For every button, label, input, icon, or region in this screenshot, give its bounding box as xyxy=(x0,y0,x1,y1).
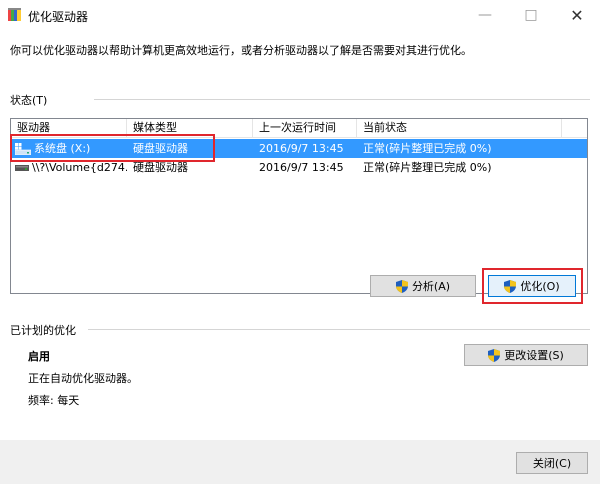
schedule-state: 启用 xyxy=(28,350,50,363)
change-settings-button-label: 更改设置(S) xyxy=(504,349,564,362)
main-content: 你可以优化驱动器以帮助计算机更高效地运行，或者分析驱动器以了解是否需要对其进行优… xyxy=(0,30,600,440)
highlight-optimize-button xyxy=(482,268,583,304)
column-header-last-run[interactable]: 上一次运行时间 xyxy=(253,119,357,137)
minimize-icon: — xyxy=(478,7,492,23)
schedule-frequency: 频率: 每天 xyxy=(28,394,80,407)
description-text: 你可以优化驱动器以帮助计算机更高效地运行，或者分析驱动器以了解是否需要对其进行优… xyxy=(10,44,472,57)
uac-shield-icon xyxy=(488,348,501,362)
drive-status: 正常(碎片整理已完成 0%) xyxy=(363,161,492,174)
schedule-section-label: 已计划的优化 xyxy=(10,324,76,337)
status-divider xyxy=(94,99,590,100)
highlight-selected-drive xyxy=(10,134,215,162)
hard-drive-icon xyxy=(15,165,29,171)
drive-status: 正常(碎片整理已完成 0%) xyxy=(363,142,492,155)
schedule-divider xyxy=(88,329,590,330)
uac-shield-icon xyxy=(395,279,408,293)
column-header-current-status[interactable]: 当前状态 xyxy=(357,119,562,137)
status-section-label: 状态(T) xyxy=(10,94,48,107)
analyze-button-label: 分析(A) xyxy=(411,280,451,293)
schedule-detail: 正在自动优化驱动器。 xyxy=(28,372,138,385)
drive-name: \\?\Volume{d274... xyxy=(32,161,127,174)
window-title: 优化驱动器 xyxy=(28,10,89,24)
close-icon: ✕ xyxy=(570,5,584,25)
close-button[interactable]: 关闭(C) xyxy=(516,452,588,474)
close-button-label: 关闭(C) xyxy=(532,457,572,470)
close-window-button[interactable]: ✕ xyxy=(554,0,600,30)
maximize-button[interactable]: □ xyxy=(508,0,554,30)
maximize-icon: □ xyxy=(524,7,538,23)
minimize-button[interactable]: — xyxy=(462,0,508,30)
analyze-button[interactable]: 分析(A) xyxy=(370,275,476,297)
change-settings-button[interactable]: 更改设置(S) xyxy=(464,344,588,366)
dialog-footer: 关闭(C) xyxy=(0,440,600,484)
defrag-app-icon xyxy=(8,8,21,21)
last-run-time: 2016/9/7 13:45 xyxy=(259,161,344,174)
title-bar: 优化驱动器 — □ ✕ xyxy=(0,0,600,30)
last-run-time: 2016/9/7 13:45 xyxy=(259,142,344,155)
